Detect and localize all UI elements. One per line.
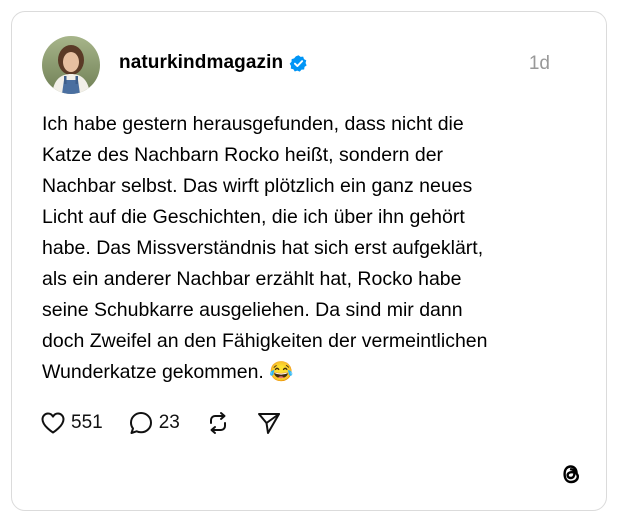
post-actions: 551 23 [40,408,307,438]
post-text-line: Ich habe gestern herausgefunden, dass ni… [42,113,464,135]
post-text-line: Licht auf die Geschichten, die ich über … [42,206,465,228]
post-text-line: als ein anderer Nachbar erzählt hat, Roc… [42,268,462,290]
avatar[interactable] [42,36,100,94]
repost-icon [205,410,231,436]
post-card: naturkindmagazin 1d Ich habe gestern her… [11,11,607,511]
threads-logo-icon[interactable] [558,461,584,487]
post-text-line: Katze des Nachbarn Rocko heißt, sondern … [42,144,444,166]
post-text-line: doch Zweifel an den Fähigkeiten der verm… [42,330,488,352]
post-text-line: habe. Das Missverständnis hat sich erst … [42,237,484,259]
verified-badge-icon [289,54,308,73]
comment-icon [128,410,154,436]
reply-button[interactable]: 23 [128,410,180,436]
heart-icon [40,411,66,435]
post-text: Ich habe gestern herausgefunden, dass ni… [42,109,582,388]
reply-count: 23 [158,412,180,433]
avatar-image [42,36,100,94]
like-button[interactable]: 551 [40,411,103,435]
post-text-line: Nachbar selbst. Das wirft plötzlich ein … [42,175,473,197]
share-button[interactable] [256,410,282,436]
like-count: 551 [71,412,103,433]
username[interactable]: naturkindmagazin [119,52,283,74]
post-header: naturkindmagazin [119,50,308,76]
repost-button[interactable] [205,410,231,436]
send-icon [256,410,282,436]
post-text-line: seine Schubkarre ausgeliehen. Da sind mi… [42,299,463,321]
post-timestamp: 1d [528,53,550,74]
post-text-line: Wunderkatze gekommen. 😂 [42,361,294,383]
